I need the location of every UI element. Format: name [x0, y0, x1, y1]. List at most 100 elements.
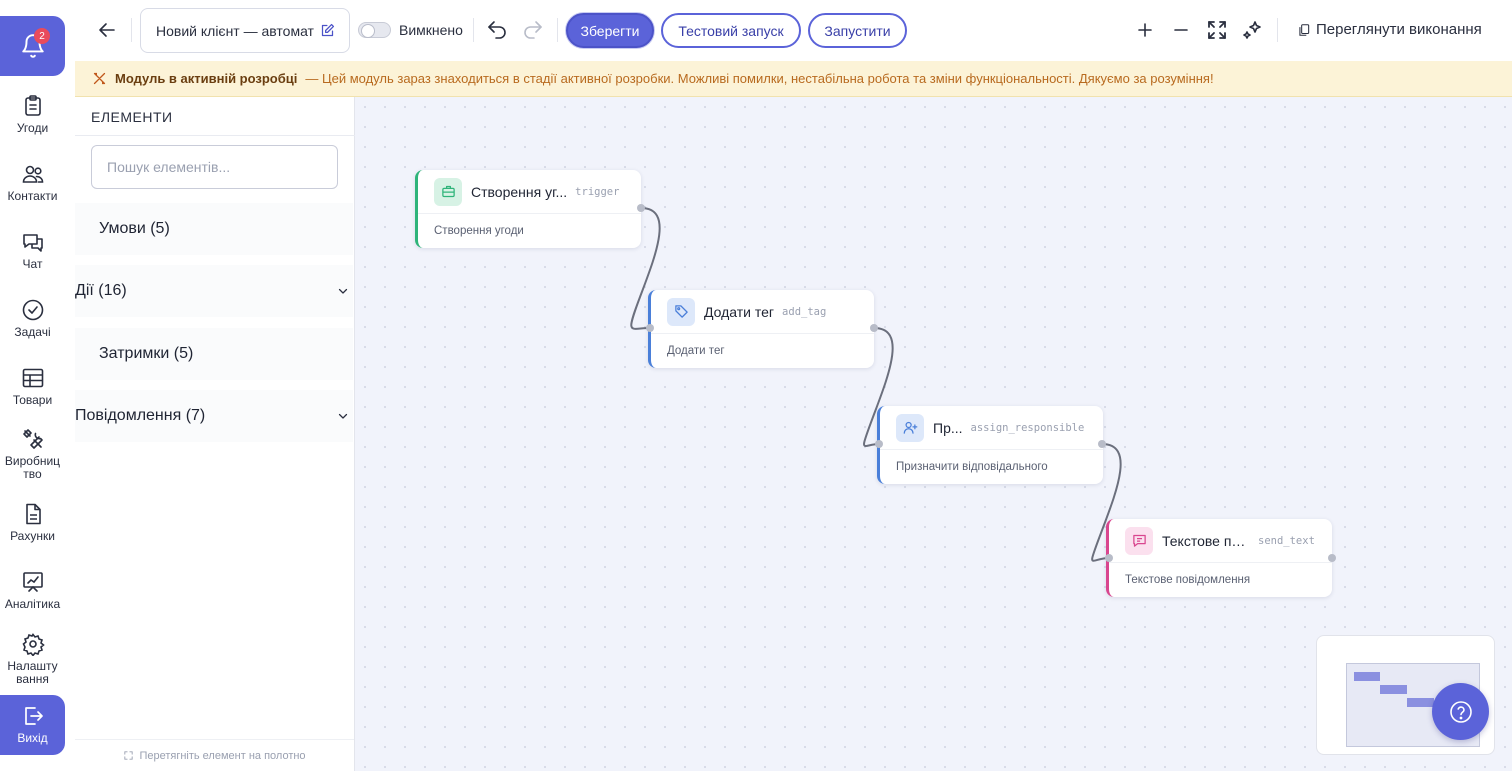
zoom-out-icon[interactable]	[1169, 18, 1193, 42]
nav-item-production[interactable]: Виробниц тво	[0, 427, 65, 481]
category-label: Затримки (5)	[99, 345, 194, 362]
users-icon	[22, 165, 43, 183]
help-button[interactable]	[1432, 683, 1489, 740]
nav-item-settings[interactable]: Налашту вання	[0, 632, 65, 686]
node-description: Текстове повідомлення	[1125, 574, 1251, 586]
toolbar-divider	[1277, 18, 1278, 42]
workflow-title-field[interactable]: Новий клієнт — автоматизація	[140, 8, 350, 53]
category-delays[interactable]: Затримки (5)	[75, 328, 353, 380]
node-title: Створення уг...	[471, 183, 568, 200]
node-header: Додати тег add_tag	[651, 290, 874, 334]
node-icon	[434, 177, 462, 206]
view-executions-button[interactable]: Переглянути виконання	[1297, 21, 1482, 38]
nav-item-deals[interactable]: Угоди	[0, 94, 65, 135]
check-circle-icon	[22, 299, 43, 321]
undo-icon[interactable]	[485, 18, 509, 42]
redo-icon[interactable]	[521, 18, 545, 42]
node-description: Створення угоди	[434, 225, 524, 237]
nav-item-products[interactable]: Товари	[0, 366, 65, 407]
banner-title: Модуль в активній розробці	[115, 71, 298, 86]
node-description: Додати тег	[667, 345, 725, 357]
tag-icon	[674, 305, 688, 318]
nav-item-contacts[interactable]: Контакти	[0, 162, 65, 203]
logout-button[interactable]: Вихід	[0, 695, 65, 755]
node-description: Призначити відповідального	[896, 461, 1048, 473]
chevron-down-icon	[338, 288, 348, 294]
nav-item-analytics[interactable]: Аналітика	[0, 570, 65, 611]
nav-item-chat[interactable]: Чат	[0, 230, 65, 271]
output-port[interactable]	[1328, 554, 1336, 562]
search-input[interactable]	[91, 145, 338, 189]
node-title: Додати тег	[704, 303, 775, 320]
drag-hint: Перетягніть елемент на полотно	[75, 739, 354, 771]
toolbar: Новий клієнт — автоматизація Вимкнено Зб…	[75, 0, 1512, 61]
category-conditions[interactable]: Умови (5)	[75, 203, 353, 255]
left-nav: 2 Угоди Контакти Чат Задачі Товари Вироб…	[0, 0, 75, 771]
nav-item-tasks[interactable]: Задачі	[0, 298, 65, 339]
category-label: Умови (5)	[99, 220, 170, 237]
node-header: Пр... assign_responsible	[880, 406, 1103, 450]
auto-layout-icon[interactable]	[1241, 18, 1265, 42]
zoom-in-icon[interactable]	[1133, 18, 1157, 42]
test-run-button[interactable]: Тестовий запуск	[661, 13, 801, 48]
view-executions-label: Переглянути виконання	[1316, 21, 1482, 38]
category-label: Повідомлення (7)	[75, 407, 206, 424]
output-port[interactable]	[1098, 440, 1106, 448]
nav-label: тво	[23, 467, 42, 481]
minimap-node	[1380, 685, 1407, 694]
toolbar-divider	[131, 18, 132, 42]
notifications-button[interactable]: 2	[0, 16, 65, 76]
workflow-canvas[interactable]: Створення уг... trigger Створення угоди …	[355, 97, 1512, 771]
node-icon	[667, 297, 695, 326]
input-port[interactable]	[1105, 554, 1113, 562]
node-code: trigger	[575, 185, 620, 198]
briefcase-icon	[441, 185, 455, 198]
toolbar-divider	[473, 18, 474, 42]
drag-icon	[124, 751, 134, 760]
nav-label: Налашту	[7, 659, 58, 673]
save-button[interactable]: Зберегти	[566, 13, 654, 48]
category-messages[interactable]: Повідомлення (7)	[75, 390, 353, 442]
nav-item-invoices[interactable]: Рахунки	[0, 502, 65, 543]
node-header: Текстове по... send_text	[1109, 519, 1332, 563]
document-icon	[25, 503, 41, 525]
active-toggle[interactable]	[358, 22, 391, 38]
message-icon	[1132, 534, 1146, 547]
node-icon	[896, 413, 924, 442]
node-assign-responsible[interactable]: Пр... assign_responsible Призначити відп…	[877, 406, 1103, 484]
drag-hint-label: Перетягніть елемент на полотно	[139, 749, 306, 762]
run-button[interactable]: Запустити	[808, 13, 907, 48]
nav-label: Виробниц	[4, 454, 61, 468]
output-port[interactable]	[637, 204, 645, 212]
logout-label: Вихід	[17, 731, 48, 745]
workflow-title: Новий клієнт — автоматизація	[156, 22, 314, 39]
user-plus-icon	[903, 421, 917, 434]
dev-warning-banner: Модуль в активній розробці — Цей модуль …	[75, 61, 1512, 97]
table-icon	[22, 368, 43, 388]
analytics-icon	[22, 572, 43, 592]
elements-sidebar: ЕЛЕМЕНТИ Умови (5) Дії (16) Затримки (5)…	[75, 97, 355, 771]
input-port[interactable]	[646, 324, 654, 332]
banner-text: — Цей модуль зараз знаходиться в стадії …	[305, 71, 1214, 86]
fit-view-icon[interactable]	[1205, 18, 1229, 42]
nav-label: Чат	[22, 257, 43, 271]
help-icon	[1449, 700, 1472, 723]
node-header: Створення уг... trigger	[418, 170, 641, 214]
minimap-node	[1407, 698, 1434, 707]
nav-label: Рахунки	[10, 529, 55, 543]
nav-label: Товари	[12, 393, 53, 407]
node-code: assign_responsible	[970, 421, 1085, 434]
node-add-tag[interactable]: Додати тег add_tag Додати тег	[648, 290, 874, 368]
tools-icon	[22, 429, 43, 449]
back-arrow-icon[interactable]	[95, 18, 119, 42]
node-trigger[interactable]: Створення уг... trigger Створення угоди	[415, 170, 641, 248]
output-port[interactable]	[870, 324, 878, 332]
toolbar-divider	[557, 18, 558, 42]
copy-icon	[1299, 23, 1310, 36]
category-actions[interactable]: Дії (16)	[75, 265, 353, 317]
edit-icon[interactable]	[320, 23, 335, 38]
input-port[interactable]	[875, 440, 883, 448]
nav-label: Контакти	[7, 189, 58, 203]
gear-icon	[21, 633, 45, 656]
node-send-text[interactable]: Текстове по... send_text Текстове повідо…	[1106, 519, 1332, 597]
